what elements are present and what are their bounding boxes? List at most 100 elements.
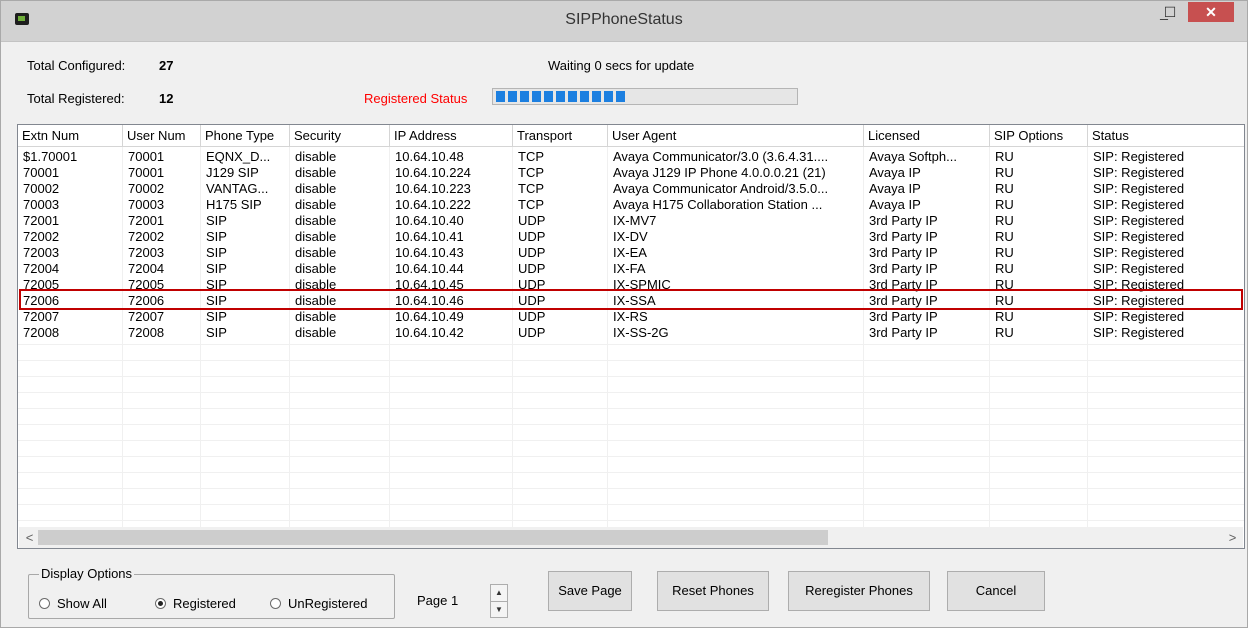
- table-cell: SIP: [206, 309, 227, 324]
- column-header[interactable]: Licensed: [864, 125, 990, 147]
- horizontal-scrollbar[interactable]: < >: [19, 527, 1243, 548]
- page-down-arrow-icon[interactable]: ▼: [491, 602, 507, 618]
- column-header[interactable]: Phone Type: [201, 125, 290, 147]
- table-cell: RU: [995, 325, 1014, 340]
- table-row[interactable]: $1.70001 70001 EQNX_D... disable 10.64.10.48…: [18, 149, 1244, 165]
- table-cell: 72005: [128, 277, 165, 292]
- sip-phone-status-window: SIPPhoneStatus _ ☐ ✕ Total Configured: 2…: [0, 0, 1248, 628]
- table-row[interactable]: 72004 72004 SIP disable 10.64.10.44 UDP IX-FA 3…: [18, 261, 1244, 277]
- table-cell: disable: [295, 149, 337, 164]
- column-header[interactable]: Extn Num: [18, 125, 123, 147]
- table-row[interactable]: 72005 72005 SIP disable 10.64.10.45 UDP IX-SPM…: [18, 277, 1244, 293]
- table-cell: IX-SPMIC: [613, 277, 671, 292]
- table-row[interactable]: 72002 72002 SIP disable 10.64.10.41 UDP IX-DV 3…: [18, 229, 1244, 245]
- column-header[interactable]: SIP Options: [990, 125, 1088, 147]
- table-cell: 72002: [128, 229, 165, 244]
- table-cell: UDP: [518, 229, 546, 244]
- table-cell: 10.64.10.45: [395, 277, 464, 292]
- reset-phones-button[interactable]: Reset Phones: [657, 571, 769, 611]
- table-cell: 70001: [128, 165, 165, 180]
- table-cell: disable: [295, 229, 337, 244]
- table-cell: Avaya Communicator/3.0 (3.6.4.31....: [613, 149, 829, 164]
- table-cell: UDP: [518, 213, 546, 228]
- scroll-right-arrow-icon[interactable]: >: [1224, 529, 1241, 546]
- radio-circle-icon: [155, 598, 166, 609]
- table-row[interactable]: 70003 70003 H175 SIP disable 10.64.10.222 TCP…: [18, 197, 1244, 213]
- table-cell: Avaya H175 Collaboration Station ...: [613, 197, 823, 212]
- progress-segment: [568, 91, 577, 102]
- display-options-group: Display Options Show All Registered UnRe…: [28, 566, 395, 619]
- table-row[interactable]: 72007 72007 SIP disable 10.64.10.49 UDP IX-RS 3…: [18, 309, 1244, 325]
- scrollbar-thumb[interactable]: [38, 530, 828, 545]
- table-cell: Avaya IP: [869, 165, 921, 180]
- table-cell: disable: [295, 293, 337, 308]
- table-row[interactable]: 70001 70001 J129 SIP disable 10.64.10.224 TCP…: [18, 165, 1244, 181]
- table-cell: SIP: [206, 261, 227, 276]
- table-cell: SIP: Registered: [1093, 181, 1185, 196]
- table-row[interactable]: 70002 70002 VANTAG... disable 10.64.10.223 TC…: [18, 181, 1244, 197]
- progress-segment: [604, 91, 613, 102]
- close-button[interactable]: ✕: [1188, 2, 1234, 22]
- table-row[interactable]: 72006 72006 SIP disable 10.64.10.46 UDP IX-SSA…: [18, 293, 1244, 309]
- progress-segment: [532, 91, 541, 102]
- total-registered-value: 12: [159, 91, 174, 106]
- table-cell: TCP: [518, 165, 544, 180]
- scroll-left-arrow-icon[interactable]: <: [21, 529, 38, 546]
- table-cell: SIP: Registered: [1093, 277, 1185, 292]
- column-header[interactable]: IP Address: [390, 125, 513, 147]
- reregister-phones-button[interactable]: Reregister Phones: [788, 571, 930, 611]
- table-cell: IX-RS: [613, 309, 648, 324]
- progress-segment: [508, 91, 517, 102]
- display-options-title: Display Options: [39, 566, 135, 581]
- table-cell: 72008: [128, 325, 165, 340]
- table-cell: 70002: [23, 181, 60, 196]
- column-header[interactable]: Transport: [513, 125, 608, 147]
- progress-segment: [544, 91, 553, 102]
- table-row[interactable]: 72003 72003 SIP disable 10.64.10.43 UDP IX-EA 3…: [18, 245, 1244, 261]
- table-cell: RU: [995, 165, 1014, 180]
- table-cell: 70002: [128, 181, 165, 196]
- table-cell: RU: [995, 149, 1014, 164]
- column-header[interactable]: Status: [1088, 125, 1244, 147]
- table-cell: disable: [295, 197, 337, 212]
- radio-label: UnRegistered: [288, 596, 368, 611]
- radio-label: Registered: [173, 596, 236, 611]
- table-cell: VANTAG...: [206, 181, 269, 196]
- table-cell: disable: [295, 245, 337, 260]
- save-page-button[interactable]: Save Page: [548, 571, 632, 611]
- table-cell: 10.64.10.224: [395, 165, 471, 180]
- row-divider: [18, 360, 1244, 361]
- table-cell: Avaya Softph...: [869, 149, 957, 164]
- table-row[interactable]: 72001 72001 SIP disable 10.64.10.40 UDP IX-MV7…: [18, 213, 1244, 229]
- table-cell: 72001: [23, 213, 60, 228]
- table-cell: SIP: Registered: [1093, 165, 1185, 180]
- table-cell: 10.64.10.48: [395, 149, 464, 164]
- table-cell: Avaya J129 IP Phone 4.0.0.0.21 (21): [613, 165, 826, 180]
- table-cell: UDP: [518, 293, 546, 308]
- table-cell: disable: [295, 277, 337, 292]
- row-divider: [18, 488, 1244, 489]
- radio-unregistered[interactable]: UnRegistered: [270, 596, 368, 611]
- table-row[interactable]: 72008 72008 SIP disable 10.64.10.42 UDP IX-SS-…: [18, 325, 1244, 341]
- page-spinner[interactable]: ▲ ▼: [490, 584, 508, 618]
- table-cell: RU: [995, 245, 1014, 260]
- table-cell: SIP: Registered: [1093, 213, 1185, 228]
- radio-label: Show All: [57, 596, 107, 611]
- column-header[interactable]: User Num: [123, 125, 201, 147]
- table-cell: SIP: Registered: [1093, 229, 1185, 244]
- column-header[interactable]: Security: [290, 125, 390, 147]
- table-cell: 72006: [23, 293, 60, 308]
- row-divider: [18, 424, 1244, 425]
- phone-status-table[interactable]: Extn Num User Num Phone Type Security IP Add…: [17, 124, 1245, 549]
- maximize-button[interactable]: ☐: [1155, 1, 1185, 23]
- table-cell: Avaya IP: [869, 181, 921, 196]
- radio-registered[interactable]: Registered: [155, 596, 236, 611]
- cancel-button[interactable]: Cancel: [947, 571, 1045, 611]
- page-up-arrow-icon[interactable]: ▲: [491, 585, 507, 602]
- table-cell: disable: [295, 261, 337, 276]
- column-header[interactable]: User Agent: [608, 125, 864, 147]
- table-cell: disable: [295, 213, 337, 228]
- radio-circle-icon: [270, 598, 281, 609]
- table-cell: SIP: [206, 293, 227, 308]
- radio-show-all[interactable]: Show All: [39, 596, 107, 611]
